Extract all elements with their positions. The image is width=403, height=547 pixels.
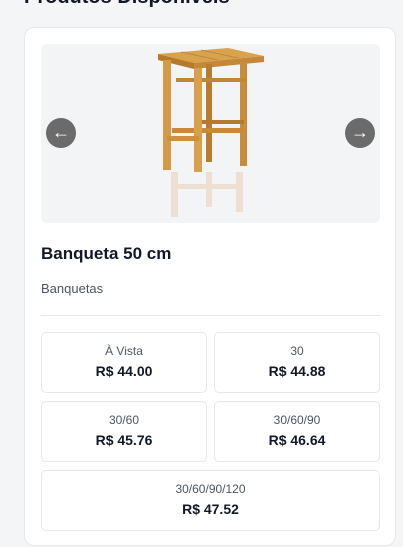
- price-option-label: 30/60/90: [273, 413, 321, 427]
- price-option-value: R$ 45.76: [95, 432, 153, 448]
- arrow-left-icon: ←: [52, 122, 70, 142]
- product-name: Banqueta 50 cm: [41, 244, 172, 263]
- carousel-prev-button[interactable]: ←: [46, 118, 76, 148]
- product-image: [158, 48, 264, 217]
- price-option-a-vista[interactable]: À Vista R$ 44.00: [41, 332, 207, 393]
- price-option-30-60[interactable]: 30/60 R$ 45.76: [41, 401, 207, 462]
- section-title: Produtos Disponíveis: [24, 0, 230, 9]
- price-option-value: R$ 47.52: [182, 501, 239, 517]
- product-image-carousel[interactable]: ← →: [41, 44, 380, 223]
- price-option-30[interactable]: 30 R$ 44.88: [214, 332, 380, 393]
- price-option-label: 30/60: [108, 413, 140, 427]
- product-card: ← → Banqueta 50 cm Banquetas À Vista R$ …: [24, 27, 396, 546]
- price-option-value: R$ 44.88: [268, 363, 326, 379]
- price-option-30-60-90-120[interactable]: 30/60/90/120 R$ 47.52: [41, 470, 380, 531]
- price-option-30-60-90[interactable]: 30/60/90 R$ 46.64: [214, 401, 380, 462]
- price-option-value: R$ 44.00: [95, 363, 153, 379]
- product-category: Banquetas: [41, 281, 104, 296]
- carousel-next-button[interactable]: →: [345, 118, 375, 148]
- arrow-right-icon: →: [351, 122, 369, 142]
- price-option-label: 30: [290, 344, 304, 358]
- price-option-label: 30/60/90/120: [175, 482, 246, 496]
- price-option-label: À Vista: [105, 344, 143, 358]
- price-option-value: R$ 46.64: [268, 432, 326, 448]
- divider: [41, 315, 380, 316]
